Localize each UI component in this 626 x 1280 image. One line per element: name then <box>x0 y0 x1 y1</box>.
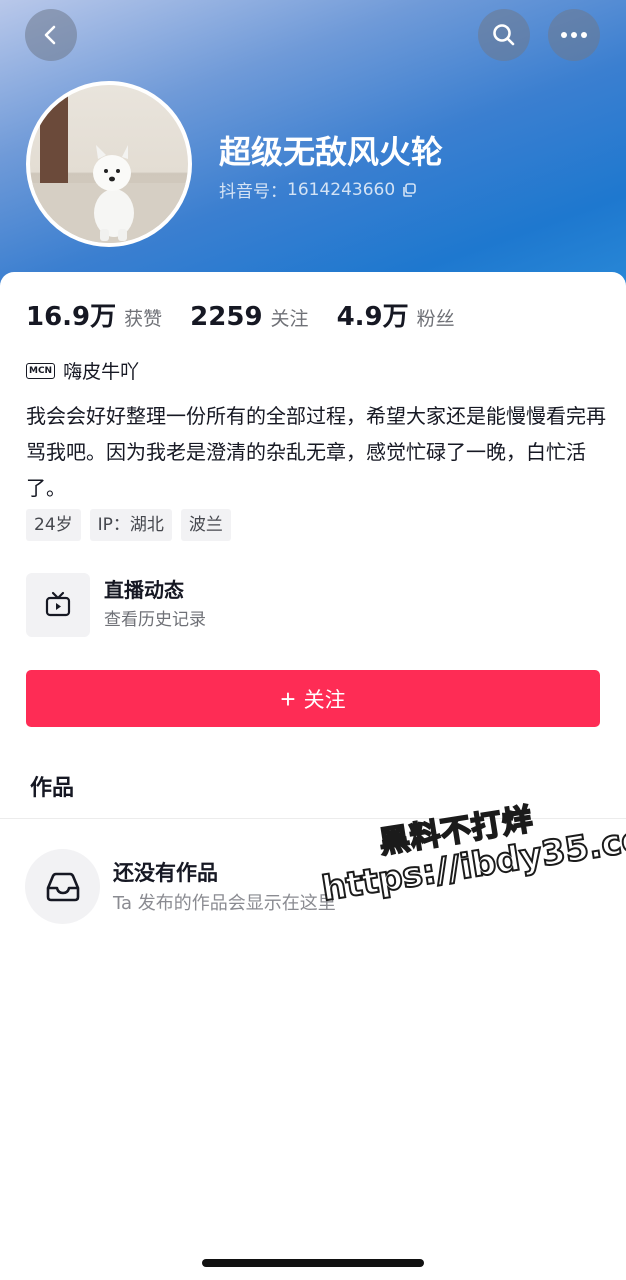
tab-works[interactable]: 作品 <box>30 770 74 802</box>
avatar-background-door <box>40 95 68 195</box>
follow-button-label: 关注 <box>303 688 346 712</box>
inbox-tray-icon <box>46 872 79 901</box>
stat-value: 4.9万 <box>336 302 409 332</box>
tag-ip-location: IP：湖北 <box>89 509 172 541</box>
profile-nickname: 超级无敌风火轮 <box>219 133 444 171</box>
profile-stats: 16.9万 获赞 2259 关注 4.9万 粉丝 <box>26 296 483 333</box>
live-subtitle: 查看历史记录 <box>104 610 206 630</box>
chevron-left-icon <box>44 25 56 45</box>
tv-icon <box>45 591 71 617</box>
live-history-entry[interactable]: 直播动态 查看历史记录 <box>26 573 206 637</box>
stat-label: 关注 <box>270 308 309 330</box>
stat-likes[interactable]: 16.9万 获赞 <box>26 296 162 333</box>
profile-bio: 我会会好好整理一份所有的全部过程，希望大家还是能慢慢看完再骂我吧。因为我老是澄清… <box>26 404 606 500</box>
tab-divider <box>0 818 626 819</box>
douyin-id-value: 1614243660 <box>287 179 396 200</box>
search-icon <box>493 24 515 46</box>
empty-state-icon-circle <box>25 849 100 924</box>
avatar[interactable] <box>26 81 192 247</box>
empty-state-title: 还没有作品 <box>113 861 218 885</box>
more-button[interactable] <box>548 9 600 61</box>
tag-location: 波兰 <box>180 509 231 541</box>
douyin-id-row[interactable]: 抖音号： 1614243660 <box>219 177 417 202</box>
plus-icon: + <box>280 683 296 714</box>
more-horizontal-icon <box>561 32 587 38</box>
back-button[interactable] <box>25 9 77 61</box>
mcn-agency-row[interactable]: MCN 嗨皮牛吖 <box>26 357 139 384</box>
mcn-agency-name: 嗨皮牛吖 <box>63 361 140 383</box>
stat-value: 16.9万 <box>26 302 117 332</box>
live-title: 直播动态 <box>104 578 184 602</box>
empty-state-subtitle: Ta 发布的作品会显示在这里 <box>113 893 336 914</box>
follow-button[interactable]: + 关注 <box>26 670 600 727</box>
copy-icon[interactable] <box>401 182 417 198</box>
dog-photo <box>93 145 134 241</box>
mcn-badge-icon: MCN <box>26 362 56 379</box>
profile-tags: 24岁 IP：湖北 波兰 <box>26 509 231 541</box>
douyin-id-label: 抖音号： <box>219 182 287 202</box>
search-button[interactable] <box>478 9 530 61</box>
stat-following[interactable]: 2259 关注 <box>190 302 308 332</box>
stat-label: 获赞 <box>124 308 163 330</box>
stat-label: 粉丝 <box>416 308 455 330</box>
tag-age: 24岁 <box>26 509 81 541</box>
live-text: 直播动态 查看历史记录 <box>104 575 206 635</box>
stat-followers[interactable]: 4.9万 粉丝 <box>337 296 455 333</box>
home-indicator[interactable] <box>202 1259 424 1267</box>
stat-value: 2259 <box>190 302 263 332</box>
live-icon-box <box>26 573 90 637</box>
